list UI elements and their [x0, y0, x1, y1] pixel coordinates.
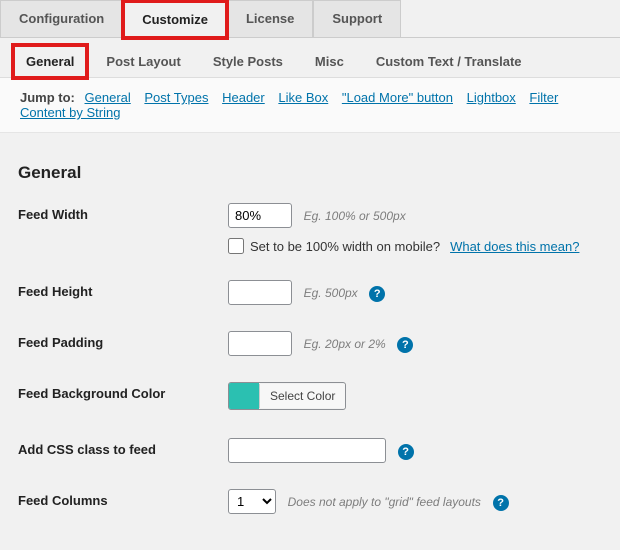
row-feed-bg: Feed Background Color Select Color	[18, 382, 602, 412]
checkbox-mobile-100[interactable]	[228, 238, 244, 254]
label-feed-bg: Feed Background Color	[18, 382, 228, 401]
subtab-general[interactable]: General	[14, 46, 86, 77]
main-tabs: Configuration Customize License Support	[0, 0, 620, 38]
jump-load-more[interactable]: "Load More" button	[342, 90, 453, 105]
input-feed-width[interactable]	[228, 203, 292, 228]
subtab-custom-text[interactable]: Custom Text / Translate	[364, 46, 534, 77]
select-color-button[interactable]: Select Color	[259, 384, 345, 408]
help-icon[interactable]: ?	[397, 337, 413, 353]
jump-like-box[interactable]: Like Box	[278, 90, 328, 105]
hint-feed-width: Eg. 100% or 500px	[304, 209, 406, 223]
jump-general[interactable]: General	[85, 90, 131, 105]
jump-to-bar: Jump to: General Post Types Header Like …	[0, 78, 620, 133]
input-feed-height[interactable]	[228, 280, 292, 305]
label-feed-height: Feed Height	[18, 280, 228, 299]
row-feed-padding: Feed Padding Eg. 20px or 2% ?	[18, 331, 602, 356]
label-feed-padding: Feed Padding	[18, 331, 228, 350]
label-mobile-100: Set to be 100% width on mobile?	[250, 239, 440, 254]
label-feed-width: Feed Width	[18, 203, 228, 222]
hint-feed-padding: Eg. 20px or 2%	[304, 337, 386, 351]
sub-tabs: General Post Layout Style Posts Misc Cus…	[0, 40, 620, 78]
content-panel: General Feed Width Eg. 100% or 500px Set…	[0, 133, 620, 530]
input-feed-padding[interactable]	[228, 331, 292, 356]
link-what-does-this-mean[interactable]: What does this mean?	[450, 239, 579, 254]
label-feed-columns: Feed Columns	[18, 489, 228, 508]
tab-support[interactable]: Support	[313, 0, 401, 37]
input-css-class[interactable]	[228, 438, 386, 463]
subtab-misc[interactable]: Misc	[303, 46, 356, 77]
tab-license[interactable]: License	[227, 0, 313, 37]
select-feed-columns[interactable]: 1	[228, 489, 276, 514]
section-title-general: General	[18, 163, 602, 183]
color-swatch-preview	[229, 383, 259, 409]
subtab-style-posts[interactable]: Style Posts	[201, 46, 295, 77]
row-feed-height: Feed Height Eg. 500px ?	[18, 280, 602, 305]
help-icon[interactable]: ?	[493, 495, 509, 511]
help-icon[interactable]: ?	[398, 444, 414, 460]
jump-lightbox[interactable]: Lightbox	[467, 90, 516, 105]
jump-to-label: Jump to:	[20, 90, 75, 105]
row-css-class: Add CSS class to feed ?	[18, 438, 602, 463]
row-feed-width: Feed Width Eg. 100% or 500px Set to be 1…	[18, 203, 602, 254]
hint-feed-height: Eg. 500px	[304, 286, 358, 300]
color-picker[interactable]: Select Color	[228, 382, 346, 410]
jump-post-types[interactable]: Post Types	[144, 90, 208, 105]
tab-customize[interactable]: Customize	[123, 1, 227, 38]
jump-header[interactable]: Header	[222, 90, 265, 105]
tab-configuration[interactable]: Configuration	[0, 0, 123, 37]
row-feed-columns: Feed Columns 1 Does not apply to "grid" …	[18, 489, 602, 514]
help-icon[interactable]: ?	[369, 286, 385, 302]
subtab-post-layout[interactable]: Post Layout	[94, 46, 192, 77]
hint-feed-columns: Does not apply to "grid" feed layouts	[288, 495, 481, 509]
label-css-class: Add CSS class to feed	[18, 438, 228, 457]
